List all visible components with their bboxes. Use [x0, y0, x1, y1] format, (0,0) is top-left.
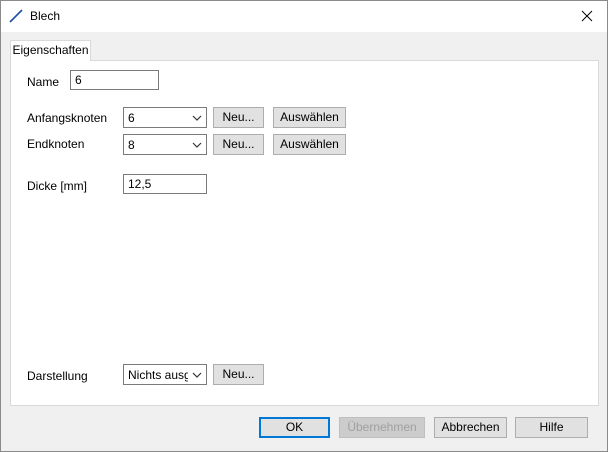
- line-icon: [8, 8, 24, 24]
- end-node-label: Endknoten: [27, 137, 85, 151]
- tab-eigenschaften[interactable]: Eigenschaften: [10, 40, 91, 61]
- start-node-select[interactable]: 6: [123, 107, 207, 128]
- display-select[interactable]: Nichts ausgewählt: [123, 364, 207, 385]
- start-node-new-button[interactable]: Neu...: [213, 107, 264, 128]
- help-button[interactable]: Hilfe: [515, 417, 588, 438]
- display-label: Darstellung: [27, 369, 88, 383]
- chevron-down-icon: [192, 372, 202, 378]
- start-node-select-button[interactable]: Auswählen: [273, 107, 346, 128]
- cancel-button[interactable]: Abbrechen: [434, 417, 507, 438]
- display-value: Nichts ausgewählt: [128, 368, 188, 382]
- apply-button[interactable]: Übernehmen: [339, 417, 425, 438]
- properties-panel: Name 6 Anfangsknoten 6 Neu... Auswählen …: [10, 60, 599, 406]
- end-node-select[interactable]: 8: [123, 134, 207, 155]
- window-title: Blech: [30, 9, 61, 23]
- chevron-down-icon: [192, 142, 202, 148]
- thickness-label: Dicke [mm]: [27, 179, 87, 193]
- display-new-button[interactable]: Neu...: [213, 364, 264, 385]
- close-button[interactable]: [573, 5, 601, 27]
- end-node-value: 8: [128, 138, 135, 152]
- ok-button[interactable]: OK: [259, 417, 330, 438]
- end-node-new-button[interactable]: Neu...: [213, 134, 264, 155]
- thickness-input[interactable]: 12,5: [123, 174, 207, 194]
- name-input[interactable]: 6: [70, 70, 159, 90]
- end-node-select-button[interactable]: Auswählen: [273, 134, 346, 155]
- title-bar: Blech: [1, 1, 607, 32]
- start-node-value: 6: [128, 111, 135, 125]
- dialog-window: Blech Eigenschaften Name 6 Anfangsknoten…: [0, 0, 608, 452]
- name-label: Name: [27, 75, 60, 89]
- start-node-label: Anfangsknoten: [27, 111, 108, 125]
- close-icon: [581, 10, 593, 22]
- chevron-down-icon: [192, 115, 202, 121]
